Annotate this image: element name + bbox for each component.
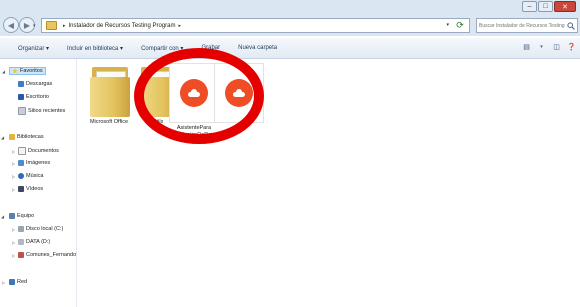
collapsed-arrow-icon[interactable]: ▷ [12, 174, 17, 179]
help-icon[interactable]: ❓ [567, 43, 576, 52]
documents-icon [18, 147, 26, 155]
search-icon[interactable] [567, 21, 575, 30]
desktop-icon [18, 94, 24, 100]
address-dropdown[interactable]: ▾ [446, 22, 449, 28]
new-folder-button[interactable]: Nueva carpeta [238, 45, 277, 51]
collapsed-arrow-icon[interactable]: ▷ [2, 280, 7, 285]
organize-menu[interactable]: Organizar ▾ [18, 45, 49, 52]
network-drive-icon [18, 252, 24, 258]
title-bar: – □ ✕ [0, 0, 580, 14]
computer-icon [9, 213, 15, 219]
nav-data-drive[interactable]: ▷ DATA (D:) [12, 239, 50, 245]
drive-icon [18, 239, 24, 245]
nav-network-drive[interactable]: ▷ Comunes_Fernando [12, 252, 76, 258]
breadcrumb-item[interactable]: Instalador de Recursos Testing Program [69, 23, 176, 29]
pictures-icon [18, 160, 24, 166]
back-button[interactable]: ◀ [3, 17, 19, 33]
drive-icon [18, 226, 24, 232]
annotation-circle [134, 48, 264, 144]
expand-arrow-icon[interactable]: ◢ [2, 69, 7, 74]
collapsed-arrow-icon[interactable]: ▷ [12, 227, 17, 232]
maximize-button[interactable]: □ [538, 1, 553, 12]
nav-local-disk[interactable]: ▷ Disco local (C:) [12, 226, 63, 232]
chevron-right-icon[interactable]: ▸ [63, 23, 66, 29]
navigation-pane: ◢ Favoritos Descargas Escritorio Sitios … [0, 59, 77, 307]
view-controls: ▤ ▾ ◫ ❓ [522, 43, 576, 52]
network-icon [9, 279, 15, 285]
collapsed-arrow-icon[interactable]: ▷ [12, 253, 17, 258]
forward-arrow-icon: ▶ [23, 20, 31, 30]
address-bar[interactable]: ▸ Instalador de Recursos Testing Program… [41, 18, 470, 33]
view-dropdown-icon[interactable]: ▾ [537, 43, 546, 52]
star-icon [12, 68, 18, 74]
music-icon [18, 173, 24, 179]
view-options-icon[interactable]: ▤ [522, 43, 531, 52]
refresh-icon[interactable]: ⟳ [454, 20, 466, 30]
nav-network[interactable]: ▷ Red [2, 279, 27, 285]
recent-places-icon [18, 107, 26, 115]
nav-libraries[interactable]: ◢ Bibliotecas [1, 134, 44, 140]
nav-pictures[interactable]: ▷ Imágenes [12, 160, 50, 166]
close-button[interactable]: ✕ [554, 1, 576, 12]
libraries-icon [9, 134, 15, 140]
nav-desktop[interactable]: Escritorio [18, 94, 49, 100]
include-in-library-menu[interactable]: Incluir en biblioteca ▾ [67, 45, 123, 52]
address-row: ◀ ▶ ▾ ▸ Instalador de Recursos Testing P… [0, 14, 580, 36]
nav-music[interactable]: ▷ Música [12, 173, 43, 179]
folder-icon [88, 63, 130, 117]
collapsed-arrow-icon[interactable]: ▷ [12, 161, 17, 166]
back-arrow-icon: ◀ [7, 20, 15, 30]
nav-videos[interactable]: ▷ Vídeos [12, 186, 43, 192]
minimize-button[interactable]: – [522, 1, 537, 12]
collapsed-arrow-icon[interactable]: ▷ [12, 240, 17, 245]
folder-icon [46, 21, 57, 30]
window-controls: – □ ✕ [522, 1, 576, 12]
downloads-icon [18, 81, 24, 87]
collapsed-arrow-icon[interactable]: ▷ [12, 149, 17, 154]
expand-arrow-icon[interactable]: ◢ [1, 135, 6, 140]
videos-icon [18, 186, 24, 192]
collapsed-arrow-icon[interactable]: ▷ [12, 187, 17, 192]
nav-computer[interactable]: ◢ Equipo [1, 213, 34, 219]
expand-arrow-icon[interactable]: ◢ [1, 214, 6, 219]
chevron-right-icon[interactable]: ▸ [178, 23, 181, 29]
search-input[interactable] [477, 22, 567, 29]
command-bar: Organizar ▾ Incluir en biblioteca ▾ Comp… [0, 38, 580, 59]
preview-pane-icon[interactable]: ◫ [552, 43, 561, 52]
search-box[interactable] [476, 18, 578, 33]
nav-favorites[interactable]: ◢ Favoritos [2, 67, 46, 75]
nav-downloads[interactable]: Descargas [18, 81, 52, 87]
nav-documents[interactable]: ▷ Documentos [12, 147, 59, 155]
nav-recent-places[interactable]: Sitios recientes [18, 107, 65, 115]
history-dropdown[interactable]: ▾ [33, 23, 36, 29]
